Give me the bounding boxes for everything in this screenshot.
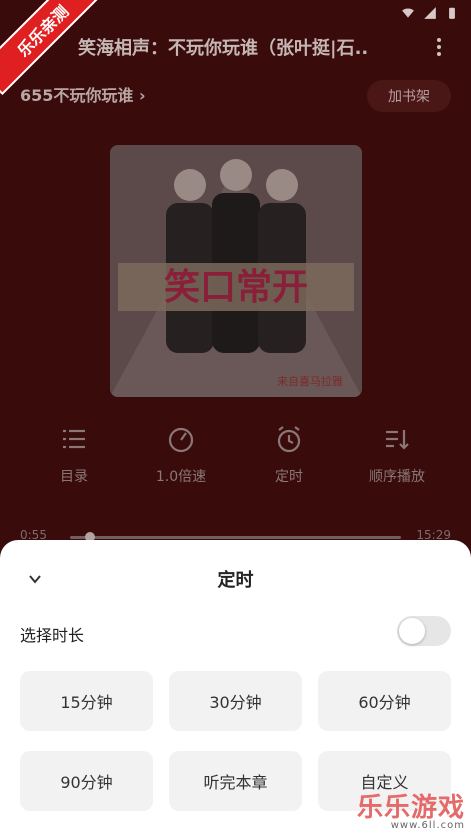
progress-track[interactable] bbox=[70, 536, 401, 539]
speed-button[interactable]: 1.0倍速 bbox=[133, 424, 229, 486]
option-90min[interactable]: 90分钟 bbox=[20, 751, 153, 811]
option-finish-chapter[interactable]: 听完本章 bbox=[169, 751, 302, 811]
speed-label: 1.0倍速 bbox=[155, 469, 207, 485]
signal-icon bbox=[424, 7, 436, 19]
duration-toggle[interactable] bbox=[397, 616, 451, 646]
sort-icon bbox=[386, 430, 409, 450]
duration-label: 选择时长 bbox=[20, 626, 85, 645]
toggle-thumb bbox=[399, 618, 425, 644]
brand-watermark: 乐乐游戏 www.6ll.com bbox=[357, 787, 465, 831]
add-to-shelf-button[interactable]: 加书架 bbox=[367, 80, 451, 112]
battery-icon bbox=[449, 7, 455, 19]
play-order-label: 顺序播放 bbox=[369, 469, 425, 485]
player-controls: 目录 1.0倍速 定时 顺序播放 bbox=[0, 424, 471, 494]
page-title: 笑海相声：不玩你玩谁（张叶挺|石.. bbox=[78, 38, 369, 59]
catalog-button[interactable]: 目录 bbox=[26, 424, 122, 486]
alarm-icon bbox=[277, 426, 301, 453]
album-link[interactable]: 655不玩你玩谁 › bbox=[20, 82, 146, 106]
play-order-button[interactable]: 顺序播放 bbox=[349, 424, 445, 486]
catalog-label: 目录 bbox=[60, 469, 88, 485]
more-icon[interactable] bbox=[435, 38, 443, 56]
status-icons bbox=[401, 6, 459, 20]
brand-name: 乐乐游戏 bbox=[356, 793, 465, 823]
player-screen: 乐乐亲测 笑海相声：不玩你玩谁（张叶挺|石.. 655不玩你玩谁 › 加书架 笑… bbox=[0, 0, 471, 837]
timer-button[interactable]: 定时 bbox=[241, 424, 337, 486]
sheet-title: 定时 bbox=[217, 570, 254, 591]
list-icon bbox=[63, 429, 85, 449]
option-60min[interactable]: 60分钟 bbox=[318, 671, 451, 731]
cover-artwork: 笑口常开 来自喜马拉雅 bbox=[110, 145, 362, 397]
wifi-icon bbox=[402, 8, 414, 18]
timer-sheet: 定时 选择时长 15分钟 30分钟 60分钟 90分钟 听完本章 自定义 乐乐游… bbox=[0, 540, 471, 837]
cover-title-text: 笑口常开 bbox=[164, 267, 308, 308]
cover-image: 笑口常开 来自喜马拉雅 bbox=[110, 145, 362, 397]
cover-source-text: 来自喜马拉雅 bbox=[277, 374, 343, 388]
timer-label: 定时 bbox=[275, 469, 303, 485]
option-15min[interactable]: 15分钟 bbox=[20, 671, 153, 731]
option-30min[interactable]: 30分钟 bbox=[169, 671, 302, 731]
speed-icon bbox=[168, 427, 194, 453]
